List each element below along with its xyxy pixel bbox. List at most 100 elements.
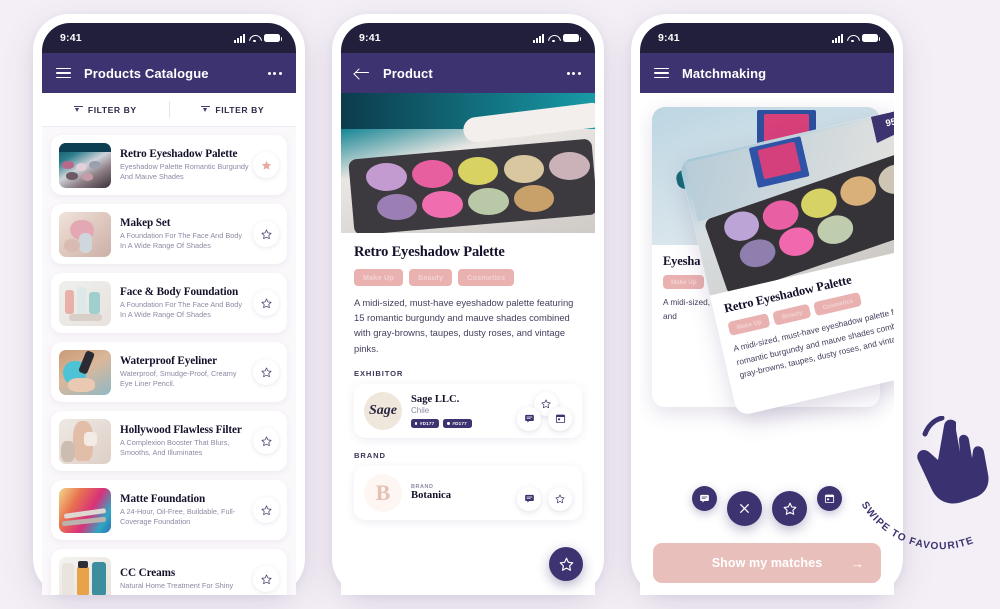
star-filled-icon	[261, 160, 271, 170]
product-description: Waterproof, Smudge-Proof, Creamy Eye Lin…	[120, 369, 237, 389]
exhibitor-section-label: EXHIBITOR	[354, 368, 404, 378]
signal-bars-icon	[533, 33, 544, 43]
status-badge: #D177	[411, 418, 440, 429]
product-detail-body: Retro Eyeshadow Palette Make Up Beauty C…	[341, 93, 595, 595]
product-text: Retro Eyeshadow Palette Eyeshadow Palett…	[111, 148, 253, 183]
product-thumbnail	[59, 418, 111, 464]
status-bar: 9:41	[42, 23, 296, 53]
brand-card[interactable]: B BRAND Botanica	[354, 465, 582, 520]
list-item[interactable]: Retro Eyeshadow Palette Eyeshadow Palett…	[51, 135, 287, 195]
swipe-hint: SWIPE TO FAVOURITE	[854, 480, 1000, 557]
favourite-fab[interactable]	[549, 547, 583, 581]
brand-section-label: BRAND	[354, 450, 386, 460]
status-icons	[234, 33, 283, 43]
favourite-button[interactable]	[772, 491, 807, 526]
status-bar: 9:41	[341, 23, 595, 53]
hamburger-menu-icon[interactable]	[654, 67, 669, 79]
product-title: Hollywood Flawless Filter	[120, 423, 242, 436]
screenshot-canvas: 9:41 Products Catalogue FILTER BY FILTER…	[0, 0, 1000, 609]
filter-bar: FILTER BY FILTER BY	[42, 93, 296, 127]
favourite-button[interactable]	[253, 428, 279, 454]
favourite-button[interactable]	[253, 497, 279, 523]
star-outline-icon	[261, 505, 271, 515]
star-outline-icon	[261, 229, 271, 239]
show-matches-button[interactable]: Show my matches →	[653, 543, 881, 583]
overflow-menu-icon[interactable]	[267, 71, 282, 75]
product-description: Eyeshadow Palette Romantic Burgundy And …	[120, 162, 249, 182]
list-item[interactable]: Makep Set A Foundation For The Face And …	[51, 204, 287, 264]
product-title: Retro Eyeshadow Palette	[120, 147, 238, 160]
page-title: Products Catalogue	[84, 65, 209, 81]
product-title: Face & Body Foundation	[120, 285, 239, 298]
overflow-menu-icon[interactable]	[566, 71, 581, 75]
chat-bubble-icon	[700, 494, 709, 503]
back-arrow-icon[interactable]	[355, 67, 370, 80]
tag-beauty[interactable]: Beauty	[772, 303, 812, 326]
filter-funnel-icon	[73, 105, 83, 114]
page-title: Matchmaking	[682, 65, 767, 81]
exhibitor-logo: Sage	[364, 391, 402, 430]
filter-label: FILTER BY	[87, 104, 137, 115]
wifi-icon	[249, 34, 260, 43]
catalogue-screen: 9:41 Products Catalogue FILTER BY FILTER…	[42, 23, 296, 595]
phone-product-detail: 9:41 Product Retro Eyeshadow Palette Mak…	[332, 14, 604, 595]
product-text: Hollywood Flawless Filter A Complexion B…	[111, 424, 253, 459]
page-title: Product	[383, 65, 433, 81]
schedule-button[interactable]	[548, 406, 572, 431]
product-text: Makep Set A Foundation For The Face And …	[111, 217, 253, 252]
message-button[interactable]	[692, 486, 717, 511]
brand-logo: B	[364, 473, 402, 512]
arrow-right-icon: →	[851, 555, 864, 571]
tag-make-up[interactable]: Make Up	[663, 275, 705, 289]
status-time: 9:41	[658, 32, 680, 44]
product-text: CC Creams Natural Home Treatment For Shi…	[111, 567, 253, 592]
status-time: 9:41	[359, 32, 381, 44]
wifi-icon	[847, 34, 858, 43]
calendar-icon	[824, 494, 835, 504]
filter-by-button-2[interactable]: FILTER BY	[170, 105, 297, 115]
list-item[interactable]: Face & Body Foundation A Foundation For …	[51, 273, 287, 333]
favourite-button[interactable]	[253, 290, 279, 316]
list-item[interactable]: CC Creams Natural Home Treatment For Shi…	[51, 549, 287, 595]
exhibitor-logo-text: Sage	[369, 402, 397, 418]
signal-bars-icon	[832, 33, 843, 43]
show-matches-label: Show my matches	[711, 556, 823, 570]
filter-funnel-icon	[201, 105, 211, 114]
list-item[interactable]: Hollywood Flawless Filter A Complexion B…	[51, 411, 287, 471]
product-description: A midi-sized, must-have eyeshadow palett…	[354, 297, 574, 354]
favourite-button[interactable]	[253, 359, 279, 385]
message-button[interactable]	[517, 486, 541, 511]
product-thumbnail	[59, 349, 111, 395]
tag-cosmetics[interactable]: Cosmetics	[458, 269, 515, 286]
favourite-button[interactable]	[253, 566, 279, 592]
favourite-button[interactable]	[253, 221, 279, 247]
status-time: 9:41	[60, 32, 82, 44]
list-item[interactable]: Waterproof Eyeliner Waterproof, Smudge-P…	[51, 342, 287, 402]
status-icons	[533, 33, 582, 43]
signal-bars-icon	[234, 33, 245, 43]
product-list[interactable]: Retro Eyeshadow Palette Eyeshadow Palett…	[42, 127, 296, 595]
product-text: Waterproof Eyeliner Waterproof, Smudge-P…	[111, 355, 253, 390]
favourite-button[interactable]	[253, 152, 279, 178]
schedule-button[interactable]	[817, 486, 842, 511]
tag-make-up[interactable]: Make Up	[354, 269, 403, 286]
tag-beauty[interactable]: Beauty	[408, 269, 453, 286]
hamburger-menu-icon[interactable]	[56, 67, 71, 79]
star-outline-icon	[261, 436, 271, 446]
matchmaking-appbar: Matchmaking	[640, 53, 894, 93]
list-item[interactable]: Matte Foundation A 24-Hour, Oil-Free, Bu…	[51, 480, 287, 540]
message-button[interactable]	[517, 406, 541, 431]
catalogue-appbar: Products Catalogue	[42, 53, 296, 93]
product-thumbnail	[59, 487, 111, 533]
tag-cosmetics[interactable]: Cosmetics	[813, 291, 863, 317]
reject-button[interactable]	[727, 491, 762, 526]
product-tags: Make Up Beauty Cosmetics	[354, 269, 582, 286]
product-title: Retro Eyeshadow Palette	[354, 244, 505, 260]
filter-by-button-1[interactable]: FILTER BY	[42, 105, 169, 115]
tag-make-up[interactable]: Make Up	[727, 312, 771, 336]
exhibitor-card[interactable]: Sage Sage LLC. Chile #D177 #D177	[354, 383, 582, 438]
star-outline-icon	[261, 574, 271, 584]
favourite-button[interactable]	[548, 486, 572, 511]
battery-icon	[563, 33, 582, 43]
status-icons	[832, 33, 881, 43]
